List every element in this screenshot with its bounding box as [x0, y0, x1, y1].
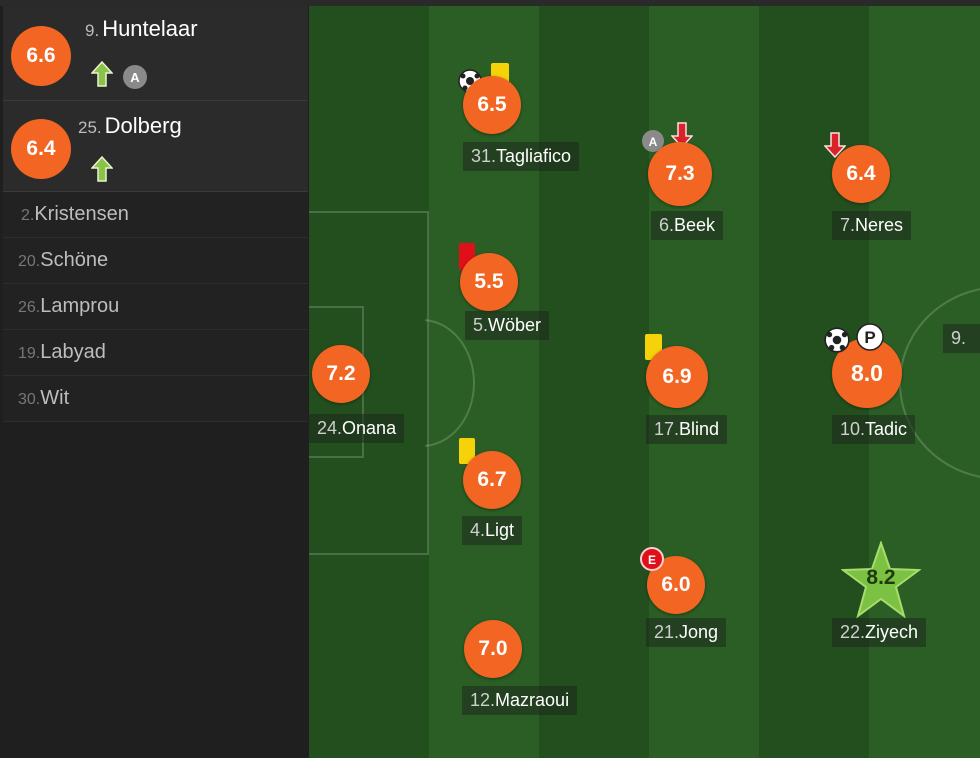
- rating-badge: 5.5: [460, 253, 518, 311]
- player-name: Wöber: [488, 315, 542, 335]
- rating-badge: 7.0: [464, 620, 522, 678]
- bench-player-row[interactable]: 20.Schöne: [3, 238, 308, 284]
- svg-text:E: E: [648, 553, 656, 567]
- player-name: Tadic: [865, 419, 908, 439]
- player-name: Schöne: [40, 249, 109, 271]
- player-number: 10.: [840, 419, 866, 439]
- rating-badge: 6.9: [646, 346, 708, 408]
- svg-text:P: P: [864, 328, 875, 347]
- player-name: Mazraoui: [495, 690, 570, 710]
- sub-player-row[interactable]: 6.4 25. Dolberg: [3, 101, 308, 192]
- player-number: 19.: [18, 345, 41, 362]
- pitch-stripe: [539, 6, 649, 758]
- player-number: 2.: [21, 207, 35, 224]
- svg-text:A: A: [130, 70, 140, 85]
- error-icon: E: [640, 547, 664, 571]
- player-number: 7.: [840, 215, 856, 235]
- player-number: 30.: [18, 391, 41, 408]
- player-name: Tagliafico: [496, 146, 572, 166]
- goal-ball-icon: [824, 327, 850, 353]
- bench-player-row[interactable]: 26.Lamprou: [3, 284, 308, 330]
- rating-badge: 6.6: [11, 26, 71, 86]
- player-number: 9.: [85, 21, 100, 40]
- player-number: 6.: [659, 215, 675, 235]
- sub-in-arrow-icon: [91, 61, 113, 87]
- player-name: Blind: [679, 419, 720, 439]
- bench-player-row[interactable]: 30.Wit: [3, 376, 308, 422]
- player-number: 4.: [470, 520, 486, 540]
- rating-badge: 6.5: [463, 76, 521, 134]
- player-number: 22.: [840, 622, 866, 642]
- player-name: Labyad: [40, 341, 106, 363]
- player-number: 26.: [18, 299, 41, 316]
- rating-badge: 6.7: [463, 451, 521, 509]
- player-number: 9.: [951, 328, 967, 348]
- player-number: 17.: [654, 419, 680, 439]
- player-name: Wit: [40, 387, 70, 409]
- sub-player-row[interactable]: 6.6 9. Huntelaar A: [3, 6, 308, 101]
- player-name: Beek: [674, 215, 716, 235]
- player-number: 31.: [471, 146, 497, 166]
- bench-player-row[interactable]: 2.Kristensen: [3, 192, 308, 238]
- player-name: Kristensen: [34, 203, 129, 225]
- rating-badge: 7.2: [312, 345, 370, 403]
- substitutes-panel: 6.6 9. Huntelaar A 6.4 25. Dolberg 2.Krist…: [0, 6, 309, 758]
- player-number: 12.: [470, 690, 496, 710]
- player-name: Onana: [342, 418, 397, 438]
- bench-player-row[interactable]: 19.Labyad: [3, 330, 308, 376]
- rating-badge: 6.4: [832, 145, 890, 203]
- player-name: Dolberg: [104, 113, 182, 138]
- player-name: Ziyech: [865, 622, 919, 642]
- sub-in-arrow-icon: [91, 156, 113, 182]
- player-name: Lamprou: [40, 295, 120, 317]
- assist-icon: A: [123, 65, 147, 89]
- rating-badge: 7.3: [648, 142, 712, 206]
- player-number: 5.: [473, 315, 489, 335]
- player-name: Ligt: [485, 520, 515, 540]
- player-number: 21.: [654, 622, 680, 642]
- player-name: Huntelaar: [102, 16, 198, 41]
- player-number: 25.: [78, 118, 102, 137]
- rating-badge: 6.4: [11, 119, 71, 179]
- player-name: Jong: [679, 622, 719, 642]
- player-number: 24.: [317, 418, 343, 438]
- pitch: 7.2 24.Onana 6.5 31.Tagliafico 5.5 5.Wöb…: [309, 6, 980, 758]
- svg-text:A: A: [649, 135, 658, 149]
- rating-value: 8.2: [866, 566, 896, 589]
- player-number: 20.: [18, 253, 41, 270]
- penalty-icon: P: [856, 323, 884, 351]
- player-name: Neres: [855, 215, 904, 235]
